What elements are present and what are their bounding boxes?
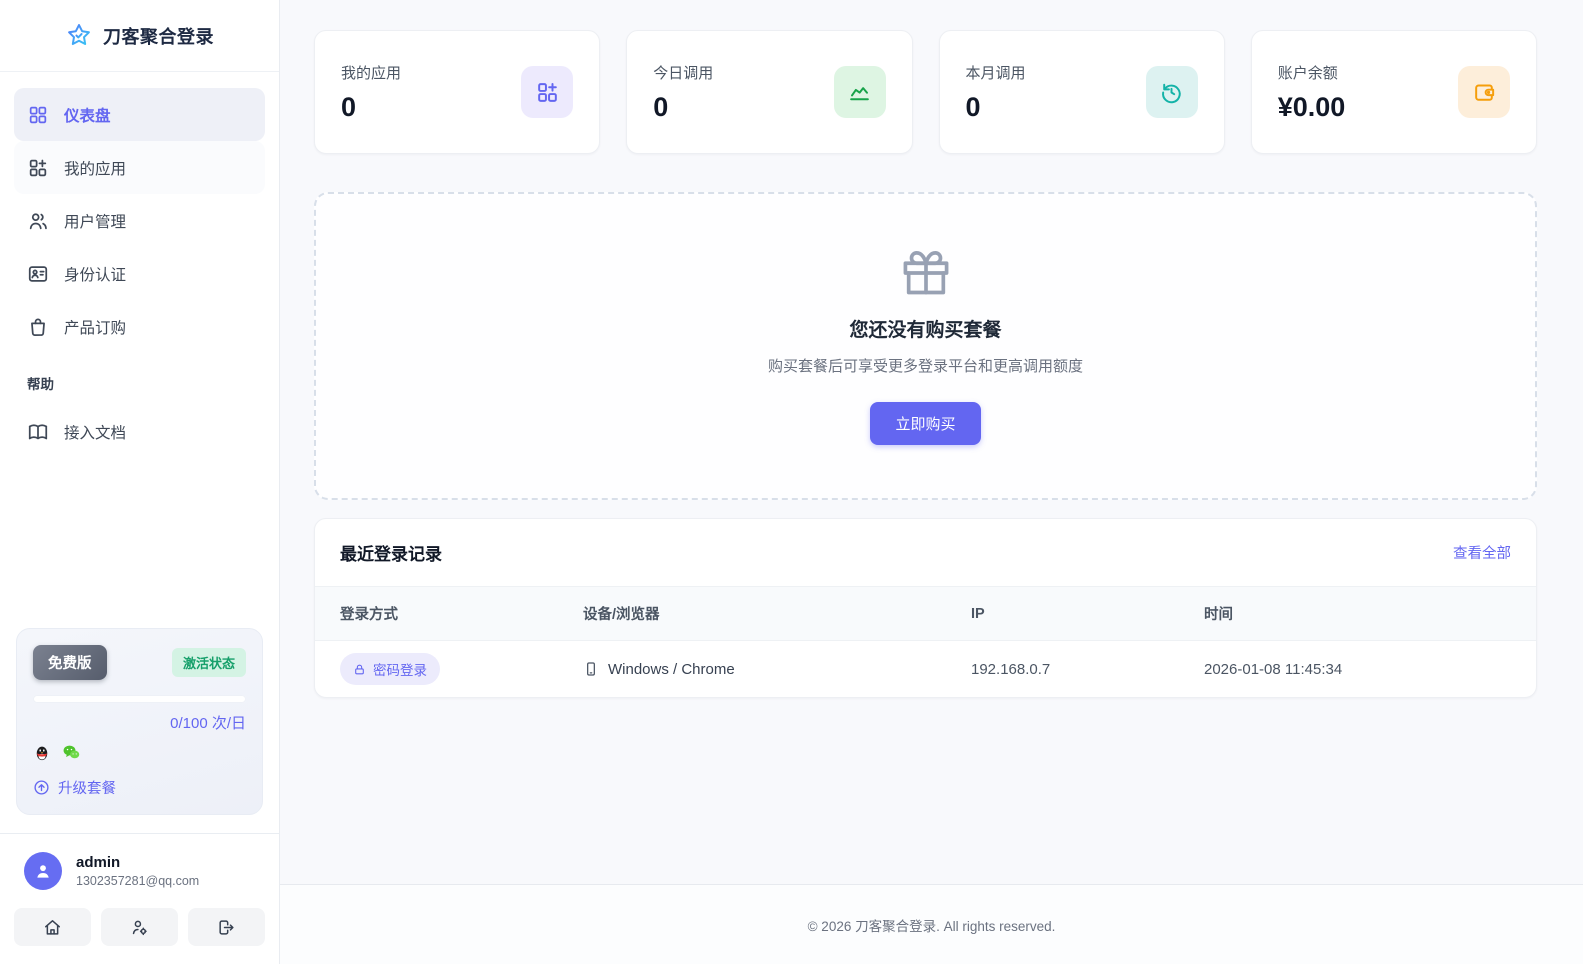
- lock-icon: [353, 663, 366, 676]
- package-empty-state: 您还没有购买套餐 购买套餐后可享受更多登录平台和更高调用额度 立即购买: [314, 192, 1537, 500]
- sidebar-item-dashboard[interactable]: 仪表盘: [14, 88, 265, 141]
- quick-actions: [0, 908, 279, 964]
- stat-label: 我的应用: [341, 64, 402, 82]
- gift-icon: [900, 247, 952, 299]
- column-header-device: 设备/浏览器: [583, 607, 660, 623]
- stat-value: 0: [965, 91, 981, 122]
- user-meta: admin 1302357281@qq.com: [76, 854, 199, 888]
- user-gear-icon: [130, 918, 149, 937]
- smartphone-icon: [583, 661, 599, 677]
- empty-state-subtitle: 购买套餐后可享受更多登录平台和更高调用额度: [767, 358, 1083, 375]
- logout-button[interactable]: [188, 908, 265, 946]
- stat-value: 0: [653, 91, 669, 122]
- column-header-ip: IP: [971, 605, 985, 622]
- nav-section-help: 帮助: [27, 377, 54, 392]
- table-row: 密码登录 Windows / Chrome 192.168.0.7 2026-0…: [315, 641, 1536, 697]
- book-open-icon: [27, 421, 49, 443]
- shopping-bag-icon: [27, 316, 49, 338]
- user-email: 1302357281@qq.com: [76, 874, 200, 888]
- star-check-icon: [65, 22, 93, 50]
- column-header-method: 登录方式: [340, 607, 398, 623]
- table-header-row: 登录方式 设备/浏览器 IP 时间: [315, 586, 1536, 641]
- cell-method: 密码登录: [340, 653, 583, 685]
- view-all-link[interactable]: 查看全部: [1453, 542, 1511, 563]
- upgrade-link[interactable]: 升级套餐: [33, 777, 246, 798]
- stat-value: 0: [341, 91, 357, 122]
- plan-card: 免费版 激活状态 0/100 次/日 升级套餐: [16, 628, 263, 815]
- sidebar-item-label: 身份认证: [64, 266, 127, 284]
- home-button[interactable]: [14, 908, 91, 946]
- users-icon: [27, 210, 49, 232]
- avatar: [24, 852, 62, 890]
- stat-card-balance: 账户余额 ¥0.00: [1250, 30, 1537, 154]
- stat-label: 今日调用: [653, 64, 714, 82]
- sidebar-item-product-purchase[interactable]: 产品订购: [14, 300, 265, 353]
- stat-value: ¥0.00: [1277, 91, 1346, 122]
- login-method-label: 密码登录: [373, 663, 427, 678]
- id-card-icon: [27, 263, 49, 285]
- sidebar-item-label: 产品订购: [64, 319, 127, 337]
- sidebar-item-label: 我的应用: [64, 160, 127, 178]
- plan-status-badge: 激活状态: [171, 648, 246, 677]
- sidebar-item-label: 仪表盘: [64, 107, 111, 125]
- grid-plus-icon: [521, 66, 574, 118]
- stat-card-my-apps: 我的应用 0: [314, 30, 601, 154]
- footer: © 2026 刀客聚合登录. All rights reserved.: [280, 884, 1583, 964]
- brand-logo: 刀客聚合登录: [0, 0, 279, 72]
- sidebar-item-docs[interactable]: 接入文档: [14, 405, 265, 458]
- cell-device: Windows / Chrome: [583, 661, 971, 678]
- qq-icon: [33, 744, 51, 762]
- copyright-text: © 2026 刀客聚合登录. All rights reserved.: [807, 918, 1056, 934]
- chart-line-icon: [833, 66, 886, 118]
- sidebar-item-user-management[interactable]: 用户管理: [14, 194, 265, 247]
- stat-card-today-calls: 今日调用 0: [626, 30, 913, 154]
- app-root: 刀客聚合登录 仪表盘 我的应用 用户管理 身份认证 产品订购 帮助 接入文档 免…: [0, 0, 1583, 964]
- quota-progress-bar: [33, 695, 246, 703]
- user-name: admin: [76, 854, 121, 871]
- wallet-icon: [1458, 66, 1510, 118]
- stat-label: 本月调用: [965, 64, 1026, 82]
- user-section: admin 1302357281@qq.com: [0, 833, 279, 908]
- account-settings-button[interactable]: [101, 908, 178, 946]
- main-content: 我的应用 0 今日调用 0 本月调用 0 账户余额 ¥0.00 您还没有购买套餐…: [280, 0, 1583, 964]
- stat-label: 账户余额: [1277, 64, 1338, 82]
- records-header: 最近登录记录 查看全部: [315, 519, 1536, 586]
- empty-state-title: 您还没有购买套餐: [849, 320, 1002, 341]
- plan-badge: 免费版: [33, 645, 107, 680]
- brand-name: 刀客聚合登录: [103, 26, 214, 47]
- sidebar-item-my-apps[interactable]: 我的应用: [14, 141, 265, 194]
- sidebar-item-label: 用户管理: [64, 213, 127, 231]
- logout-icon: [217, 918, 236, 937]
- column-header-time: 时间: [1204, 607, 1233, 623]
- platform-icons: [33, 743, 246, 762]
- wechat-icon: [62, 743, 81, 762]
- stat-card-month-calls: 本月调用 0: [938, 30, 1225, 154]
- history-clock-icon: [1145, 66, 1198, 118]
- quota-text: 0/100 次/日: [170, 715, 246, 732]
- cell-time: 2026-01-08 11:45:34: [1204, 660, 1343, 678]
- buy-now-button[interactable]: 立即购买: [870, 402, 981, 445]
- sidebar-item-identity-verification[interactable]: 身份认证: [14, 247, 265, 300]
- records-title: 最近登录记录: [340, 545, 442, 564]
- device-label: Windows / Chrome: [608, 660, 735, 678]
- upgrade-label: 升级套餐: [58, 781, 116, 797]
- stats-row: 我的应用 0 今日调用 0 本月调用 0 账户余额 ¥0.00: [314, 30, 1537, 154]
- arrow-up-circle-icon: [33, 779, 50, 796]
- login-records-card: 最近登录记录 查看全部 登录方式 设备/浏览器 IP 时间 密码登录 Windo…: [314, 518, 1537, 698]
- dashboard-grid-icon: [27, 104, 49, 126]
- grid-plus-icon: [27, 157, 49, 179]
- sidebar-item-label: 接入文档: [64, 424, 127, 442]
- sidebar-nav: 仪表盘 我的应用 用户管理 身份认证 产品订购 帮助 接入文档: [0, 72, 279, 458]
- login-method-badge: 密码登录: [340, 653, 440, 685]
- sidebar: 刀客聚合登录 仪表盘 我的应用 用户管理 身份认证 产品订购 帮助 接入文档 免…: [0, 0, 280, 964]
- home-icon: [43, 918, 62, 937]
- cell-ip: 192.168.0.7: [971, 660, 1051, 678]
